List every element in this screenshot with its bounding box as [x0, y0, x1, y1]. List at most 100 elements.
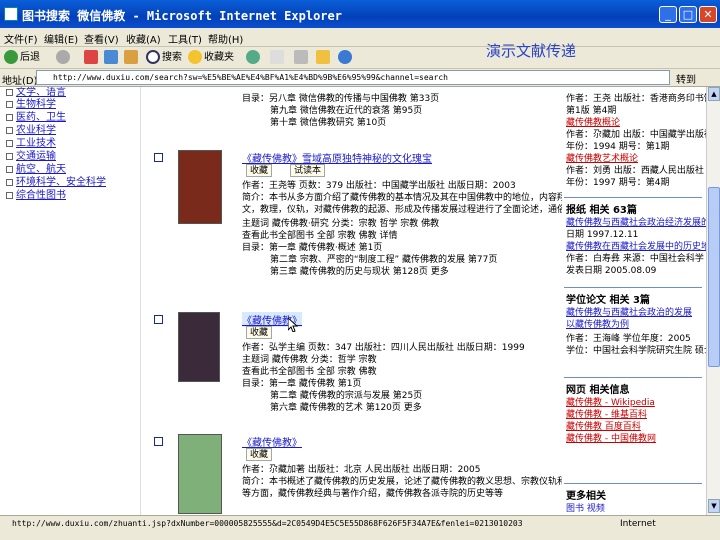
forward-button[interactable]	[56, 50, 72, 66]
book-title-link[interactable]: 《藏传佛教》雪域高原独特神秘的文化瑰宝	[242, 150, 432, 165]
book-summary: 等方面，藏传佛教经典与著作介绍，藏传佛教各派寺院的历史等等	[242, 489, 504, 499]
category-checkbox[interactable]	[6, 139, 13, 147]
favorites-button[interactable]: 收藏夹	[188, 50, 234, 66]
toolbar: 后退 搜索 收藏夹	[0, 47, 720, 69]
menu-bar: 文件(F) 编辑(E) 查看(V) 收藏(A) 工具(T) 帮助(H)	[0, 28, 720, 47]
category-checkbox[interactable]	[6, 191, 13, 199]
section-divider	[564, 377, 702, 378]
scroll-down-arrow-icon[interactable]: ▼	[708, 499, 720, 513]
book-meta: 作者：王尧等 页数：379 出版社：中国藏学出版社 出版日期：2003	[242, 181, 516, 191]
menu-tools[interactable]: 工具(T)	[168, 31, 202, 46]
menu-file[interactable]: 文件(F)	[4, 31, 38, 46]
collect-button[interactable]: 收藏	[246, 326, 273, 339]
close-button[interactable]: ✕	[699, 6, 717, 23]
related-link[interactable]: 藏传佛教 - 中国佛教网	[566, 431, 656, 444]
folder-icon	[316, 50, 330, 64]
category-checkbox[interactable]	[6, 113, 13, 121]
toc-line: 第九章 微信佛教在近代的衰落 第95页	[270, 106, 423, 116]
section-divider	[564, 483, 702, 484]
book-summary: 文，教理，仪轨，对藏传佛教的起源、形成及传播发展过程进行了全面论述，通俗易懂	[242, 205, 585, 215]
category-checkbox[interactable]	[6, 152, 13, 160]
status-url: http://www.duxiu.com/zhuanti.jsp?dxNumbe…	[12, 519, 523, 528]
section-heading-theses: 学位论文 相关 3篇	[566, 295, 650, 306]
search-label: 搜索	[162, 52, 182, 63]
refresh-button[interactable]	[104, 50, 120, 66]
minimize-button[interactable]: _	[659, 6, 677, 23]
back-button[interactable]: 后退	[4, 50, 40, 66]
scroll-up-arrow-icon[interactable]: ▲	[708, 87, 720, 101]
menu-view[interactable]: 查看(V)	[84, 31, 119, 46]
address-bar: 地址(D) http://www.duxiu.com/search?sw=%E5…	[0, 69, 720, 87]
category-general[interactable]: 综合性图书	[6, 186, 66, 201]
book-subject: 主题词 藏传佛教 分类：哲学 宗教	[242, 355, 377, 365]
collect-button[interactable]: 收藏	[246, 164, 273, 177]
overlay-caption: 演示文献传递	[486, 42, 577, 60]
home-button[interactable]	[124, 50, 140, 66]
category-checkbox[interactable]	[6, 165, 13, 173]
toc-line: 第十章 微信佛教研究 第10页	[270, 118, 387, 128]
book-summary: 简介：本书从多方面介绍了藏传佛教的基本情况及其在中国佛教中的地位，内容翔实	[242, 193, 576, 203]
print-button[interactable]	[294, 50, 310, 66]
related-line: 学位：中国社会科学院研究生院 硕士论文	[566, 346, 706, 356]
favorites-label: 收藏夹	[204, 52, 234, 63]
collect-button[interactable]: 收藏	[246, 448, 273, 461]
category-checkbox[interactable]	[6, 100, 13, 108]
mail-button[interactable]	[270, 50, 286, 66]
forward-arrow-icon	[56, 50, 70, 64]
menu-help[interactable]: 帮助(H)	[208, 31, 243, 46]
scroll-thumb[interactable]	[708, 187, 720, 367]
stop-button[interactable]	[84, 50, 100, 66]
toc-line: 目录：另八章 微信佛教的传播与中国佛教 第33页	[242, 94, 440, 104]
result-checkbox[interactable]	[154, 315, 163, 324]
book-title-link[interactable]: 《藏传佛教》	[242, 434, 302, 449]
book-cover[interactable]	[178, 312, 220, 382]
related-line: 年份：1997 期号：第4期	[566, 178, 670, 188]
star-icon	[188, 50, 202, 64]
section-heading-newspapers: 报纸 相关 63篇	[566, 205, 637, 216]
messenger-button[interactable]	[338, 50, 354, 66]
toc-line: 第二章 宗教、严密的“制度工程” 藏传佛教的发展 第77页	[270, 255, 498, 265]
status-bar: http://www.duxiu.com/zhuanti.jsp?dxNumbe…	[0, 515, 720, 540]
page-content: 文学、语言 生物科学 医药、卫生 农业科学 工业技术 交通运输 航空、航天 环境…	[0, 87, 706, 515]
search-button[interactable]: 搜索	[146, 50, 182, 66]
refresh-icon	[104, 50, 118, 64]
toc-line: 目录：第一章 藏传佛教·概述 第1页	[242, 243, 383, 253]
book-cover[interactable]	[178, 150, 222, 224]
preview-button[interactable]: 试读本	[290, 164, 326, 177]
window-title: 图书搜索 微信佛教 - Microsoft Internet Explorer	[22, 9, 342, 23]
related-panel: 作者：王尧 出版社：香港商务印书馆 1999年 第1版 第4期 藏传佛教概论 作…	[562, 87, 706, 515]
book-view-all[interactable]: 查看此书全部图书 全部 宗教 佛教	[242, 367, 377, 378]
category-checkbox[interactable]	[6, 126, 13, 134]
category-checkbox[interactable]	[6, 178, 13, 186]
menu-favorites[interactable]: 收藏(A)	[126, 31, 161, 46]
window-title-bar: 图书搜索 微信佛教 - Microsoft Internet Explorer …	[0, 0, 720, 28]
related-link[interactable]: 以藏传佛教为例	[566, 317, 629, 330]
history-icon	[246, 50, 260, 64]
back-arrow-icon	[4, 50, 18, 64]
home-icon	[124, 50, 138, 64]
divider	[140, 87, 141, 515]
book-meta: 作者：尕藏加著 出版社：北京 人民出版社 出版日期：2005	[242, 465, 481, 475]
address-label: 地址(D)	[2, 76, 38, 87]
security-zone: Internet	[620, 519, 656, 529]
related-line: 发表日期 2005.08.09	[566, 266, 657, 276]
folder-button[interactable]	[316, 50, 332, 66]
section-divider	[564, 287, 702, 288]
maximize-button[interactable]: □	[679, 6, 697, 23]
address-input[interactable]: http://www.duxiu.com/search?sw=%E5%BE%AE…	[36, 70, 670, 85]
vertical-scrollbar[interactable]: ▲ ▼	[706, 87, 720, 515]
result-checkbox[interactable]	[154, 437, 163, 446]
back-label: 后退	[20, 52, 40, 63]
related-link[interactable]: 图书 视频	[566, 501, 605, 514]
toc-line: 第二章 藏传佛教的宗派与发展 第25页	[270, 391, 423, 401]
result-checkbox[interactable]	[154, 153, 163, 162]
toc-line: 目录：第一章 藏传佛教 第1页	[242, 379, 362, 389]
book-cover[interactable]	[178, 434, 222, 514]
menu-edit[interactable]: 编辑(E)	[44, 31, 78, 46]
section-heading-more: 更多相关	[566, 491, 606, 502]
stop-icon	[84, 50, 98, 64]
book-view-all[interactable]: 查看此书全部图书 全部 宗教 佛教 详情	[242, 231, 397, 242]
go-button[interactable]: 转到	[676, 71, 696, 86]
print-icon	[294, 50, 308, 64]
history-button[interactable]	[246, 50, 262, 66]
